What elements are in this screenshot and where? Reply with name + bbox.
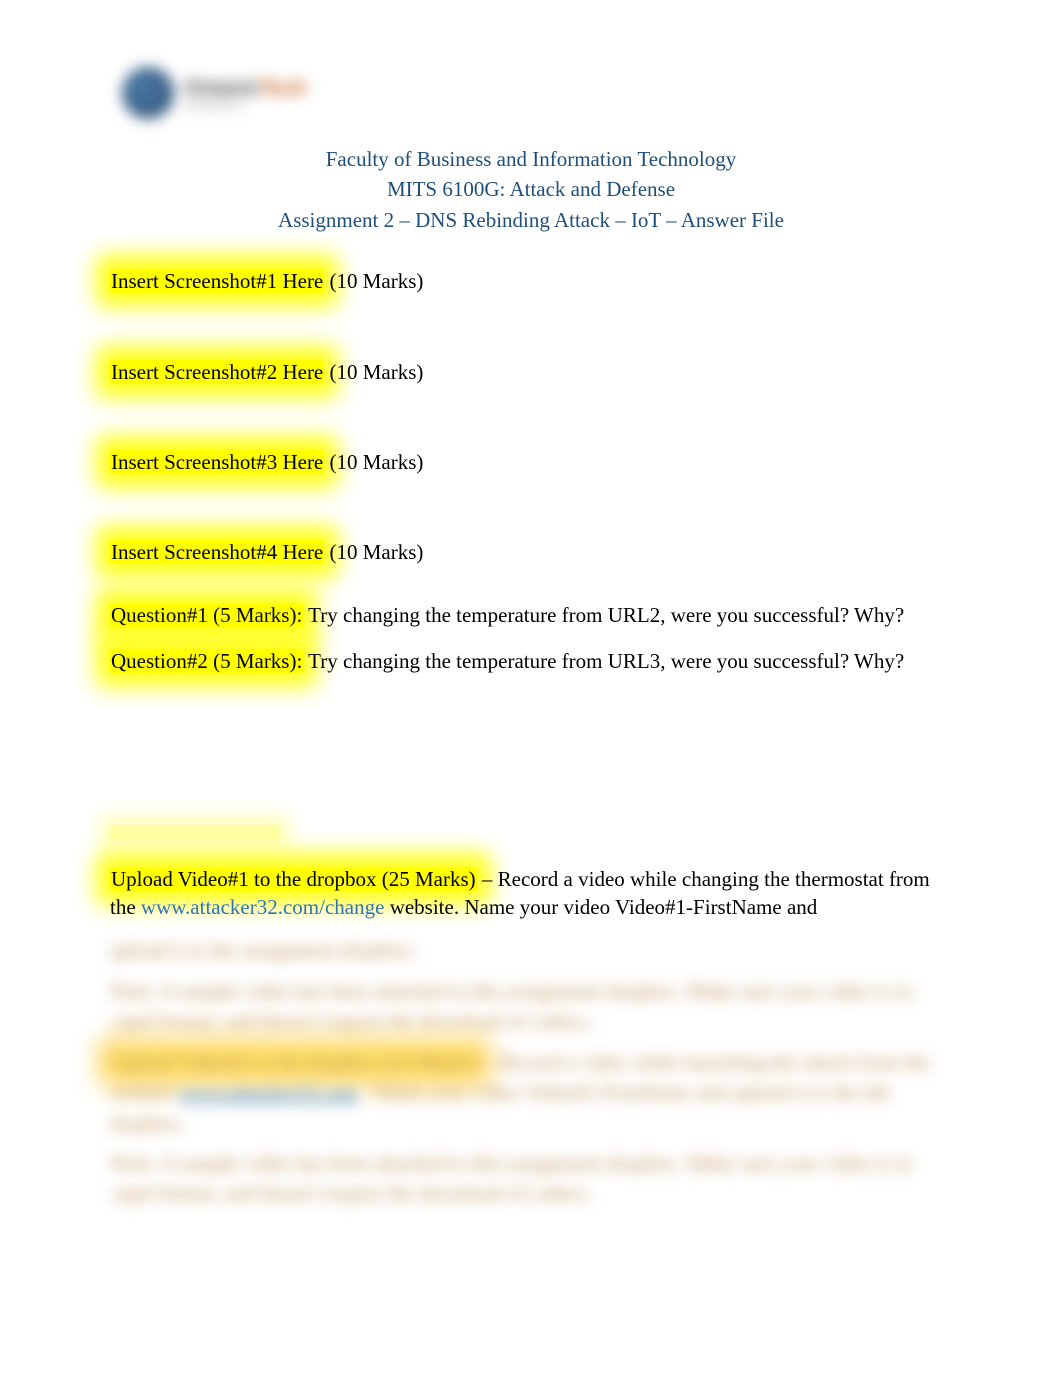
screenshot-1-label: Insert Screenshot#1 Here [110,269,324,293]
upload-2-label: Upload Video#2 to the dropbox (25 Marks) [110,1050,479,1074]
blurred-upload-2: Upload Video#2 to the dropbox (25 Marks)… [110,1047,952,1138]
question-2-label: Question#2 (5 Marks): [110,649,303,673]
question-1: Question#1 (5 Marks): Try changing the t… [110,601,952,629]
screenshot-slot-4: Insert Screenshot#4 Here (10 Marks) [110,538,952,566]
screenshot-3-marks: (10 Marks) [324,450,423,474]
screenshot-2-marks: (10 Marks) [324,360,423,384]
logo-mark-icon [122,67,174,119]
faint-highlight-bar [110,825,280,839]
document-header: Faculty of Business and Information Tech… [110,144,952,235]
screenshot-2-label: Insert Screenshot#2 Here [110,360,324,384]
logo-text: OntarioTech UNIVERSITY [184,75,306,112]
question-1-label: Question#1 (5 Marks): [110,603,303,627]
blurred-line-1: upload it to the assignment dropbox. [110,935,952,965]
header-course: MITS 6100G: Attack and Defense [110,174,952,204]
document-page: OntarioTech UNIVERSITY Faculty of Busine… [0,0,1062,1377]
screenshot-4-marks: (10 Marks) [324,540,423,564]
blurred-content: upload it to the assignment dropbox. Not… [110,935,952,1209]
blurred-note-1: Note: A sample video has been attached t… [110,976,952,1037]
header-faculty: Faculty of Business and Information Tech… [110,144,952,174]
screenshot-3-label: Insert Screenshot#3 Here [110,450,324,474]
logo-tagline: UNIVERSITY [184,101,306,112]
attacker-link-2[interactable]: www.attacker32.com [179,1080,357,1104]
logo-name-part1: Ontario [184,75,259,100]
question-1-text: Try changing the temperature from URL2, … [303,603,904,627]
screenshot-4-label: Insert Screenshot#4 Here [110,540,324,564]
screenshot-slot-1: Insert Screenshot#1 Here (10 Marks) [110,267,952,295]
upload-1-label: Upload Video#1 to the dropbox (25 Marks) [110,867,477,891]
logo-container: OntarioTech UNIVERSITY [110,60,952,126]
institution-logo: OntarioTech UNIVERSITY [122,60,352,126]
logo-name-part2: Tech [259,75,307,100]
screenshot-slot-3: Insert Screenshot#3 Here (10 Marks) [110,448,952,476]
upload-1-post: website. Name your video Video#1-FirstNa… [384,895,817,919]
question-2: Question#2 (5 Marks): Try changing the t… [110,647,952,675]
header-assignment: Assignment 2 – DNS Rebinding Attack – Io… [110,205,952,235]
screenshot-slot-2: Insert Screenshot#2 Here (10 Marks) [110,358,952,386]
attacker-link[interactable]: www.attacker32.com/change [141,895,385,919]
upload-video-1: Upload Video#1 to the dropbox (25 Marks)… [110,865,952,922]
document-body: Insert Screenshot#1 Here (10 Marks) Inse… [110,267,952,1209]
question-2-text: Try changing the temperature from URL3, … [303,649,904,673]
blurred-note-2: Note: A sample video has been attached t… [110,1148,952,1209]
screenshot-1-marks: (10 Marks) [324,269,423,293]
